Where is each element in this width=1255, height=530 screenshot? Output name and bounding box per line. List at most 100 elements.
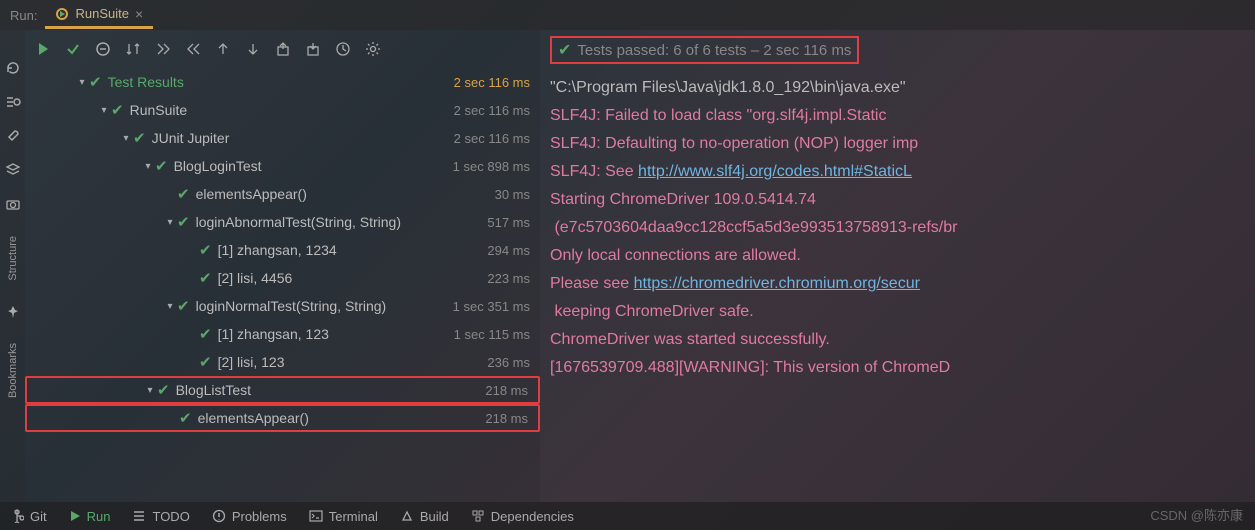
check-icon: ✔ — [558, 40, 571, 60]
run-panel-label: Run: — [10, 8, 37, 23]
test-name: Test Results — [108, 74, 454, 90]
test-pass-icon: ✔ — [177, 297, 190, 315]
chevron-down-icon[interactable]: ▾ — [143, 385, 157, 396]
problems-tab[interactable]: Problems — [212, 509, 287, 524]
console-line: keeping ChromeDriver safe. — [550, 298, 1245, 326]
build-tab[interactable]: Build — [400, 509, 449, 524]
test-pass-icon: ✔ — [199, 353, 212, 371]
pin-icon[interactable] — [6, 305, 20, 319]
test-name: [1] zhangsan, 123 — [218, 326, 454, 342]
chevron-down-icon[interactable]: ▾ — [163, 217, 177, 228]
test-node[interactable]: ✔[2] lisi, 4456223 ms — [25, 264, 540, 292]
test-duration: 30 ms — [495, 187, 530, 202]
show-ignored-icon[interactable] — [95, 41, 111, 57]
test-duration: 236 ms — [487, 355, 530, 370]
collapse-icon[interactable] — [185, 41, 201, 57]
chevron-down-icon[interactable]: ▾ — [97, 105, 111, 116]
test-pass-icon: ✔ — [89, 73, 102, 91]
console-line: SLF4J: Defaulting to no-operation (NOP) … — [550, 130, 1245, 158]
prev-icon[interactable] — [215, 41, 231, 57]
run-tab-bottom[interactable]: Run — [69, 509, 111, 524]
test-node[interactable]: ▾✔ BlogListTest218 ms — [25, 376, 540, 404]
test-node[interactable]: ▾✔loginNormalTest(String, String)1 sec 3… — [25, 292, 540, 320]
run-tab[interactable]: RunSuite × — [45, 2, 153, 29]
test-pass-icon: ✔ — [199, 241, 212, 259]
watermark: CSDN @陈亦康 — [1150, 505, 1243, 524]
test-name: [2] lisi, 123 — [218, 354, 488, 370]
test-name: [1] zhangsan, 1234 — [218, 242, 488, 258]
test-pass-icon: ✔ — [155, 157, 168, 175]
terminal-tab[interactable]: Terminal — [309, 509, 378, 524]
chevron-down-icon[interactable]: ▾ — [119, 133, 133, 144]
export-icon[interactable] — [275, 41, 291, 57]
test-duration: 2 sec 116 ms — [454, 75, 530, 90]
close-icon[interactable]: × — [135, 6, 143, 22]
test-node[interactable]: ✔ [1] zhangsan, 1231 sec 115 ms — [25, 320, 540, 348]
camera-icon[interactable] — [5, 196, 21, 212]
test-pass-icon: ✔ — [199, 269, 212, 287]
run-icon[interactable] — [35, 41, 51, 57]
console-line: ChromeDriver was started successfully. — [550, 326, 1245, 354]
test-pass-icon: ✔ — [199, 325, 212, 343]
bookmarks-label[interactable]: Bookmarks — [7, 343, 19, 398]
test-duration: 223 ms — [487, 271, 530, 286]
console-line: [1676539709.488][WARNING]: This version … — [550, 354, 1245, 382]
console-line: SLF4J: Failed to load class "org.slf4j.i… — [550, 102, 1245, 130]
layers-icon[interactable] — [5, 162, 21, 178]
test-tree[interactable]: ▾✔Test Results2 sec 116 ms▾✔RunSuite2 se… — [25, 68, 540, 502]
test-duration: 218 ms — [485, 383, 528, 398]
expand-icon[interactable] — [155, 41, 171, 57]
test-pass-icon: ✔ — [177, 213, 190, 231]
test-pass-icon: ✔ — [157, 381, 170, 399]
test-node[interactable]: ✔elementsAppear()30 ms — [25, 180, 540, 208]
test-duration: 1 sec 351 ms — [453, 299, 530, 314]
chevron-down-icon[interactable]: ▾ — [75, 77, 89, 88]
console-link[interactable]: http://www.slf4j.org/codes.html#StaticL — [638, 163, 912, 180]
test-node[interactable]: ▾✔JUnit Jupiter2 sec 116 ms — [25, 124, 540, 152]
tests-status: ✔ Tests passed: 6 of 6 tests – 2 sec 116… — [550, 36, 859, 64]
bottom-toolbar: Git Run TODO Problems Terminal Build Dep… — [0, 502, 1255, 530]
import-icon[interactable] — [305, 41, 321, 57]
test-name: elementsAppear() — [196, 186, 495, 202]
structure-label[interactable]: Structure — [7, 236, 19, 281]
test-name: BlogListTest — [176, 382, 486, 398]
test-name: JUnit Jupiter — [152, 130, 454, 146]
run-tab-title: RunSuite — [75, 6, 128, 21]
test-duration: 1 sec 898 ms — [453, 159, 530, 174]
test-duration: 218 ms — [485, 411, 528, 426]
deps-tab[interactable]: Dependencies — [471, 509, 574, 524]
test-name: loginAbnormalTest(String, String) — [196, 214, 488, 230]
console-link[interactable]: https://chromedriver.chromium.org/secur — [634, 275, 920, 292]
test-pass-icon: ✔ — [111, 101, 124, 119]
test-node[interactable]: ✔ elementsAppear()218 ms — [25, 404, 540, 432]
git-tab[interactable]: Git — [10, 509, 47, 524]
history-icon[interactable] — [335, 41, 351, 57]
test-toolbar — [25, 30, 540, 68]
sort-icon[interactable] — [125, 41, 141, 57]
run-tab-icon — [55, 7, 69, 21]
test-node[interactable]: ▾✔loginAbnormalTest(String, String)517 m… — [25, 208, 540, 236]
test-node[interactable]: ▾✔RunSuite2 sec 116 ms — [25, 96, 540, 124]
console-line: SLF4J: See http://www.slf4j.org/codes.ht… — [550, 158, 1245, 186]
test-node[interactable]: ▾✔ Test Results2 sec 116 ms — [25, 68, 540, 96]
test-pass-icon: ✔ — [179, 409, 192, 427]
todo-tab[interactable]: TODO — [132, 509, 189, 524]
test-name: RunSuite — [130, 102, 454, 118]
toggle-icon[interactable] — [5, 94, 21, 110]
test-name: elementsAppear() — [198, 410, 486, 426]
chevron-down-icon[interactable]: ▾ — [163, 301, 177, 312]
next-icon[interactable] — [245, 41, 261, 57]
test-node[interactable]: ✔ [2] lisi, 123236 ms — [25, 348, 540, 376]
test-node[interactable]: ✔[1] zhangsan, 1234294 ms — [25, 236, 540, 264]
console-output[interactable]: "C:\Program Files\Java\jdk1.8.0_192\bin\… — [540, 70, 1255, 502]
show-passed-icon[interactable] — [65, 41, 81, 57]
console-line: Please see https://chromedriver.chromium… — [550, 270, 1245, 298]
gear-icon[interactable] — [365, 41, 381, 57]
test-duration: 1 sec 115 ms — [454, 327, 530, 342]
rerun-icon[interactable] — [5, 60, 21, 76]
chevron-down-icon[interactable]: ▾ — [141, 161, 155, 172]
wrench-icon[interactable] — [5, 128, 21, 144]
test-node[interactable]: ▾✔BlogLoginTest1 sec 898 ms — [25, 152, 540, 180]
test-duration: 2 sec 116 ms — [454, 131, 530, 146]
console-line: Only local connections are allowed. — [550, 242, 1245, 270]
